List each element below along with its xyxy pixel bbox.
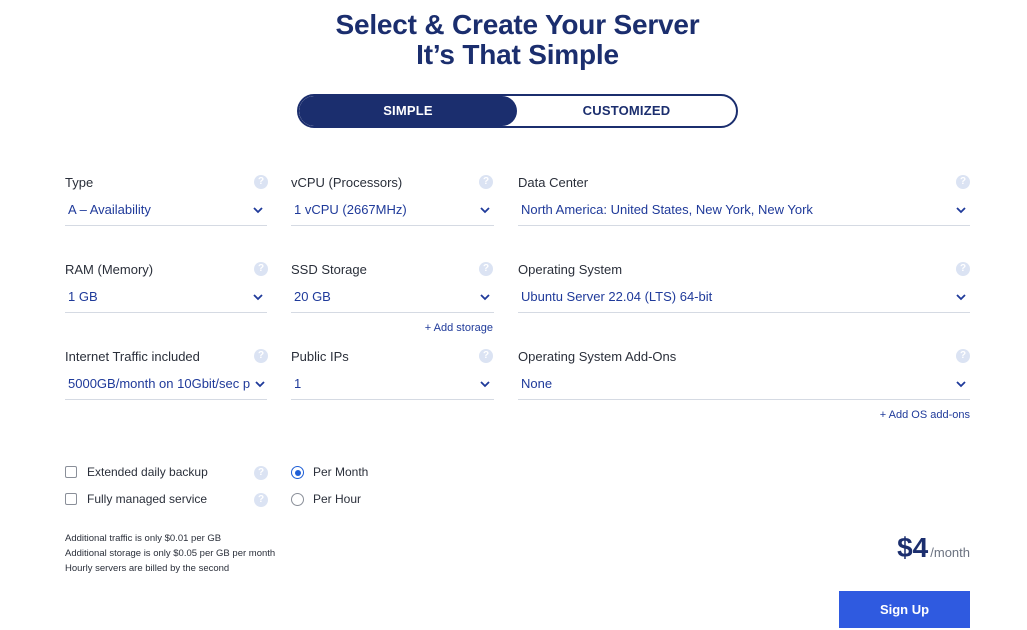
traffic-select[interactable]: 5000GB/month on 10Gbit/sec p	[65, 372, 267, 400]
extended-backup-checkbox[interactable]: Extended daily backup ?	[65, 465, 268, 481]
price-display: $4/month	[897, 532, 970, 564]
chevron-down-icon	[955, 291, 967, 303]
page-title: Select & Create Your Server It’s That Si…	[0, 10, 1027, 70]
public-ips-value: 1	[294, 376, 302, 391]
chevron-down-icon	[955, 204, 967, 216]
ram-select[interactable]: 1 GB	[65, 285, 267, 313]
data-center-help-icon[interactable]: ?	[956, 175, 970, 189]
mode-simple-tab[interactable]: SIMPLE	[299, 96, 517, 126]
managed-service-checkbox[interactable]: Fully managed service ?	[65, 492, 268, 508]
managed-help-icon[interactable]: ?	[254, 493, 268, 507]
vcpu-value: 1 vCPU (2667MHz)	[294, 202, 407, 217]
type-help-icon[interactable]: ?	[254, 175, 268, 189]
note-hourly: Hourly servers are billed by the second	[65, 563, 230, 574]
ssd-help-icon[interactable]: ?	[479, 262, 493, 276]
checkbox-box[interactable]	[65, 466, 77, 478]
ram-field: RAM (Memory) ? 1 GB	[65, 262, 268, 319]
public-ips-label: Public IPs	[291, 349, 349, 364]
data-center-select[interactable]: North America: United States, New York, …	[518, 198, 970, 226]
mode-toggle: SIMPLE CUSTOMIZED	[297, 94, 738, 128]
backup-help-icon[interactable]: ?	[254, 466, 268, 480]
pricing-notes: Additional traffic is only $0.01 per GB …	[65, 531, 275, 576]
type-label: Type	[65, 175, 94, 190]
per-month-label: Per Month	[313, 465, 369, 479]
public-ips-field: Public IPs ? 1	[291, 349, 494, 406]
ssd-select[interactable]: 20 GB	[291, 285, 494, 313]
data-center-label: Data Center	[518, 175, 589, 190]
ssd-value: 20 GB	[294, 289, 331, 304]
type-value: A – Availability	[68, 202, 151, 217]
os-addons-value: None	[521, 376, 553, 391]
sign-up-button[interactable]: Sign Up	[839, 591, 970, 628]
os-field: Operating System ? Ubuntu Server 22.04 (…	[518, 262, 970, 319]
os-addons-help-icon[interactable]: ?	[956, 349, 970, 363]
mode-customized-tab[interactable]: CUSTOMIZED	[517, 96, 736, 126]
data-center-value: North America: United States, New York, …	[521, 202, 813, 217]
chevron-down-icon	[252, 204, 264, 216]
chevron-down-icon	[254, 378, 266, 390]
vcpu-label: vCPU (Processors)	[291, 175, 403, 190]
os-addons-label: Operating System Add-Ons	[518, 349, 677, 364]
traffic-help-icon[interactable]: ?	[254, 349, 268, 363]
chevron-down-icon	[479, 291, 491, 303]
note-traffic: Additional traffic is only $0.01 per GB	[65, 533, 222, 544]
ssd-field: SSD Storage ? 20 GB	[291, 262, 494, 319]
add-os-addons-link[interactable]: + Add OS add-ons	[880, 409, 970, 421]
page-title-line1: Select & Create Your Server	[335, 9, 700, 40]
chevron-down-icon	[955, 378, 967, 390]
per-month-radio[interactable]: Per Month	[291, 465, 411, 481]
radio-selected-icon[interactable]	[291, 466, 304, 479]
extended-backup-label: Extended daily backup	[87, 465, 208, 479]
chevron-down-icon	[479, 378, 491, 390]
price-period: /month	[930, 545, 970, 560]
add-storage-link[interactable]: + Add storage	[425, 322, 493, 334]
public-ips-select[interactable]: 1	[291, 372, 494, 400]
type-field: Type ? A – Availability	[65, 175, 268, 232]
note-storage: Additional storage is only $0.05 per GB …	[65, 548, 276, 559]
ram-value: 1 GB	[68, 289, 98, 304]
os-addons-field: Operating System Add-Ons ? None	[518, 349, 970, 406]
traffic-field: Internet Traffic included ? 5000GB/month…	[65, 349, 268, 406]
traffic-value: 5000GB/month on 10Gbit/sec p	[68, 376, 251, 391]
chevron-down-icon	[252, 291, 264, 303]
per-hour-radio[interactable]: Per Hour	[291, 492, 411, 508]
chevron-down-icon	[479, 204, 491, 216]
checkbox-box[interactable]	[65, 493, 77, 505]
data-center-field: Data Center ? North America: United Stat…	[518, 175, 970, 232]
vcpu-field: vCPU (Processors) ? 1 vCPU (2667MHz)	[291, 175, 494, 232]
radio-unselected-icon[interactable]	[291, 493, 304, 506]
vcpu-help-icon[interactable]: ?	[479, 175, 493, 189]
per-hour-label: Per Hour	[313, 492, 362, 506]
ram-help-icon[interactable]: ?	[254, 262, 268, 276]
os-value: Ubuntu Server 22.04 (LTS) 64-bit	[521, 289, 713, 304]
price-amount: $4	[897, 532, 929, 563]
public-ips-help-icon[interactable]: ?	[479, 349, 493, 363]
ssd-label: SSD Storage	[291, 262, 367, 277]
os-addons-select[interactable]: None	[518, 372, 970, 400]
ram-label: RAM (Memory)	[65, 262, 154, 277]
type-select[interactable]: A – Availability	[65, 198, 267, 226]
os-select[interactable]: Ubuntu Server 22.04 (LTS) 64-bit	[518, 285, 970, 313]
page-title-line2: It’s That Simple	[416, 39, 619, 70]
os-label: Operating System	[518, 262, 623, 277]
managed-service-label: Fully managed service	[87, 492, 208, 506]
traffic-label: Internet Traffic included	[65, 349, 200, 364]
vcpu-select[interactable]: 1 vCPU (2667MHz)	[291, 198, 494, 226]
os-help-icon[interactable]: ?	[956, 262, 970, 276]
